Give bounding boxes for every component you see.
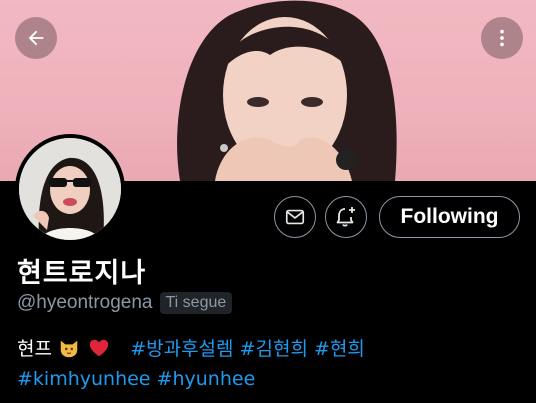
follows-you-badge: Ti segue <box>159 292 233 314</box>
handle-row: @hyeontrogena Ti segue <box>17 292 233 314</box>
display-name: 현트로지나 <box>17 258 147 289</box>
hashtag-link[interactable]: #방과후설렘 <box>130 338 233 360</box>
envelope-icon <box>285 209 305 225</box>
bio-line-1: 현프 #방과후설렘 #김현희 #현희 <box>17 334 527 364</box>
bell-plus-icon <box>336 207 355 227</box>
hashtag-link[interactable]: #hyunhee <box>157 368 256 390</box>
more-options-button[interactable] <box>481 17 523 59</box>
back-arrow-icon <box>28 30 44 46</box>
following-button[interactable]: Following <box>379 196 520 238</box>
notifications-button[interactable] <box>325 196 367 238</box>
message-button[interactable] <box>274 196 316 238</box>
cat-face-emoji <box>60 340 78 358</box>
profile-bio: 현프 #방과후설렘 #김현희 #현희 #kimhyunhee #hyunhee <box>17 334 527 394</box>
red-heart-emoji <box>89 339 109 357</box>
bio-line-2: #kimhyunhee #hyunhee <box>17 364 527 394</box>
hashtag-link[interactable]: #현희 <box>314 338 365 360</box>
more-vertical-icon <box>500 29 504 47</box>
profile-avatar[interactable] <box>15 134 125 244</box>
hashtag-link[interactable]: #kimhyunhee <box>17 368 151 390</box>
user-handle: @hyeontrogena <box>17 292 153 313</box>
avatar-photo <box>19 138 121 240</box>
bio-text: 현프 <box>17 338 52 360</box>
back-button[interactable] <box>15 17 57 59</box>
hashtag-link[interactable]: #김현희 <box>240 338 308 360</box>
